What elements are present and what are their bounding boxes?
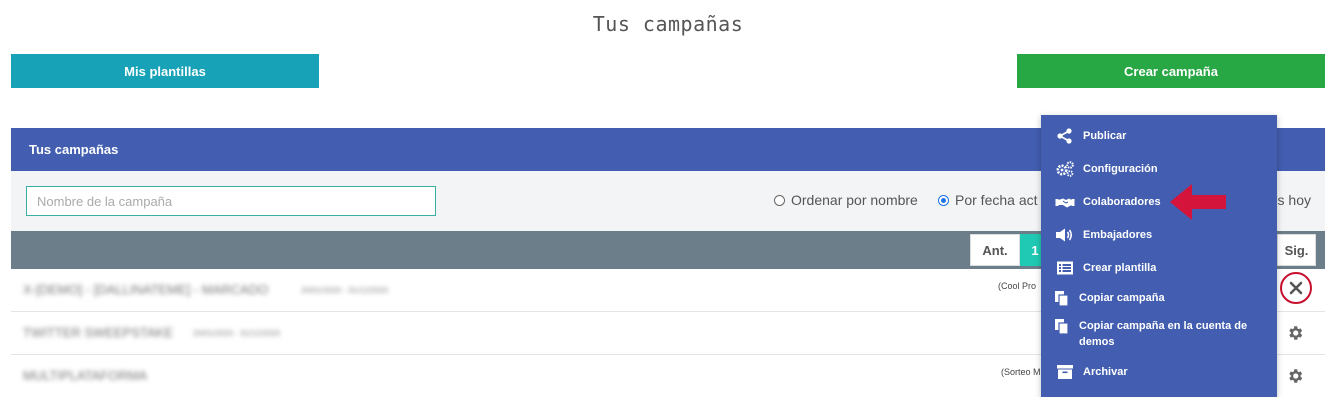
campaign-note: (Cool Pro: [998, 281, 1037, 291]
annotation-arrow-icon: [1170, 184, 1226, 220]
next-page-button[interactable]: Sig.: [1277, 234, 1316, 266]
campaign-dates: 20/01/2020 - 31/12/2020: [193, 329, 281, 338]
menu-item-label: Copiar campaña en la cuenta de demos: [1079, 320, 1248, 348]
menu-item-label: Configuración: [1083, 163, 1158, 175]
campaign-name[interactable]: TWITTER SWEEPSTAKE: [23, 325, 173, 340]
sort-by-date-option[interactable]: Por fecha act: [938, 192, 1038, 208]
menu-item-label: Colaboradores: [1083, 196, 1161, 208]
menu-item-label: Crear plantilla: [1083, 262, 1157, 274]
sort-by-date-label: Por fecha act: [955, 192, 1038, 208]
sort-by-name-label: Ordenar por nombre: [791, 192, 918, 208]
copy-icon: [1055, 291, 1069, 307]
sort-by-name-radio[interactable]: [774, 194, 785, 206]
panel-title: Tus campañas: [29, 142, 119, 157]
menu-item-ambassadors[interactable]: Embajadores: [1055, 227, 1265, 243]
page-title: Tus campañas: [592, 12, 744, 36]
sort-by-name-option[interactable]: Ordenar por nombre: [774, 192, 918, 208]
megaphone-icon: [1056, 228, 1073, 242]
menu-item-copy-campaign-demo[interactable]: Copiar campaña en la cuenta de demos: [1053, 318, 1263, 350]
menu-item-collaborators[interactable]: Colaboradores: [1055, 194, 1265, 210]
campaign-name[interactable]: MULTIPLATAFORMA: [23, 368, 147, 383]
sort-by-date-radio[interactable]: [938, 194, 949, 206]
campaign-options-menu: Publicar Configuración Colaboradores Emb…: [1041, 115, 1277, 397]
share-icon: [1057, 128, 1072, 144]
prev-page-button[interactable]: Ant.: [970, 234, 1020, 266]
menu-item-label: Embajadores: [1083, 229, 1153, 241]
menu-item-label: Archivar: [1083, 366, 1128, 378]
menu-item-publish[interactable]: Publicar: [1055, 128, 1265, 144]
archive-icon: [1057, 365, 1073, 379]
menu-item-copy-campaign[interactable]: Copiar campaña: [1053, 290, 1263, 307]
gear-icon[interactable]: [1286, 324, 1304, 342]
sort-today-label: s hoy: [1277, 192, 1311, 208]
list-icon: [1057, 261, 1073, 275]
my-templates-button[interactable]: Mis plantillas: [11, 54, 319, 88]
menu-item-archive[interactable]: Archivar: [1055, 364, 1265, 380]
create-campaign-button[interactable]: Crear campaña: [1017, 54, 1325, 88]
menu-item-label: Publicar: [1083, 130, 1127, 142]
gear-icon[interactable]: [1286, 367, 1304, 385]
campaign-name[interactable]: X-[DEMO] - [DALLINATEME] - MARCADO: [23, 282, 268, 297]
campaign-dates: 20/01/2020 - 31/12/2020: [301, 286, 389, 295]
menu-item-create-template[interactable]: Crear plantilla: [1055, 260, 1265, 276]
menu-item-label: Copiar campaña: [1079, 292, 1165, 304]
campaign-note: (Sorteo M: [1001, 367, 1041, 377]
gears-icon: [1056, 161, 1074, 177]
campaign-search-input[interactable]: [26, 186, 436, 216]
copy-icon: [1055, 319, 1069, 335]
handshake-icon: [1055, 198, 1075, 208]
close-icon[interactable]: [1280, 272, 1312, 304]
menu-item-settings[interactable]: Configuración: [1055, 161, 1265, 177]
